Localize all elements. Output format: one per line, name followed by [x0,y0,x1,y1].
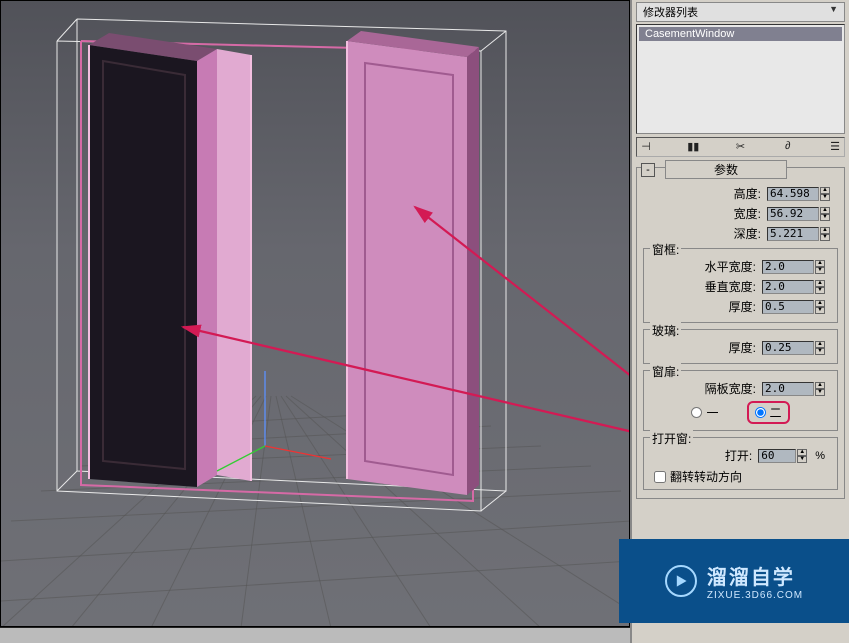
play-icon [665,565,697,597]
depth-label: 深度: [734,225,761,242]
parameters-rollout: - 参数 高度: ▲▼ 宽度: ▲▼ 深度: ▲▼ 窗框: [636,167,845,499]
window-panel-left [89,45,197,487]
frame-thick-label: 厚度: [729,298,756,315]
modifier-stack-item[interactable]: CasementWindow [639,27,842,41]
panel-count-one-radio[interactable]: 一 [691,401,718,424]
width-label: 宽度: [734,205,761,222]
rollout-toggle[interactable]: - [641,163,655,177]
remove-modifier-icon[interactable]: ∂ [781,140,795,154]
glass-group: 玻璃: 厚度: ▲▼ [643,329,838,364]
modifier-list-dropdown[interactable]: 修改器列表 [636,2,845,22]
open-label: 打开: [725,447,752,464]
flip-swing-checkbox[interactable] [654,471,666,483]
frame-hwidth-spinner[interactable]: ▲▼ [762,260,825,274]
rollout-title: 参数 [665,160,787,179]
make-unique-icon[interactable]: ✂ [734,140,748,154]
frame-hwidth-label: 水平宽度: [705,258,756,275]
pin-stack-icon[interactable]: ⊣ [639,140,653,154]
glass-group-title: 玻璃: [650,322,681,339]
width-input[interactable] [767,207,819,221]
casement-group: 窗扉: 隔板宽度: ▲▼ 一 二 [643,370,838,431]
panel-count-two-radio[interactable]: 二 [755,404,782,421]
percent-label: % [815,450,825,462]
spinner-down-icon[interactable]: ▼ [820,194,830,201]
frame-group: 窗框: 水平宽度: ▲▼ 垂直宽度: ▲▼ 厚度: ▲▼ [643,248,838,323]
viewport[interactable] [0,0,630,627]
depth-input[interactable] [767,227,819,241]
show-end-result-icon[interactable]: ▮▮ [686,140,700,154]
frame-thick-spinner[interactable]: ▲▼ [762,300,825,314]
frame-vwidth-spinner[interactable]: ▲▼ [762,280,825,294]
casement-group-title: 窗扉: [650,363,681,380]
open-spinner[interactable]: ▲▼ [758,449,807,463]
configure-sets-icon[interactable]: ☰ [828,140,842,154]
modifier-stack[interactable]: CasementWindow [636,24,845,134]
modifier-list-label: 修改器列表 [643,7,698,19]
modifier-toolbar: ⊣ ▮▮ ✂ ∂ ☰ [636,137,845,157]
watermark-title: 溜溜自学 [707,561,803,590]
open-group: 打开窗: 打开: ▲▼ % 翻转转动方向 [643,437,838,490]
frame-group-title: 窗框: [650,241,681,258]
viewport-grid [1,1,630,627]
flip-swing-label: 翻转转动方向 [670,468,742,485]
height-spinner[interactable]: ▲▼ [767,187,830,201]
height-label: 高度: [734,185,761,202]
panel-width-label: 隔板宽度: [705,380,756,397]
open-group-title: 打开窗: [650,430,693,447]
timeline[interactable] [0,627,630,643]
watermark: 溜溜自学 ZIXUE.3D66.COM [619,539,849,623]
glass-thick-label: 厚度: [729,339,756,356]
spinner-up-icon[interactable]: ▲ [820,187,830,194]
glass-thick-spinner[interactable]: ▲▼ [762,341,825,355]
panel-width-spinner[interactable]: ▲▼ [762,382,825,396]
panel-count-two-highlight: 二 [747,401,790,424]
height-input[interactable] [767,187,819,201]
frame-vwidth-label: 垂直宽度: [705,278,756,295]
width-spinner[interactable]: ▲▼ [767,207,830,221]
depth-spinner[interactable]: ▲▼ [767,227,830,241]
watermark-sub: ZIXUE.3D66.COM [707,590,803,601]
